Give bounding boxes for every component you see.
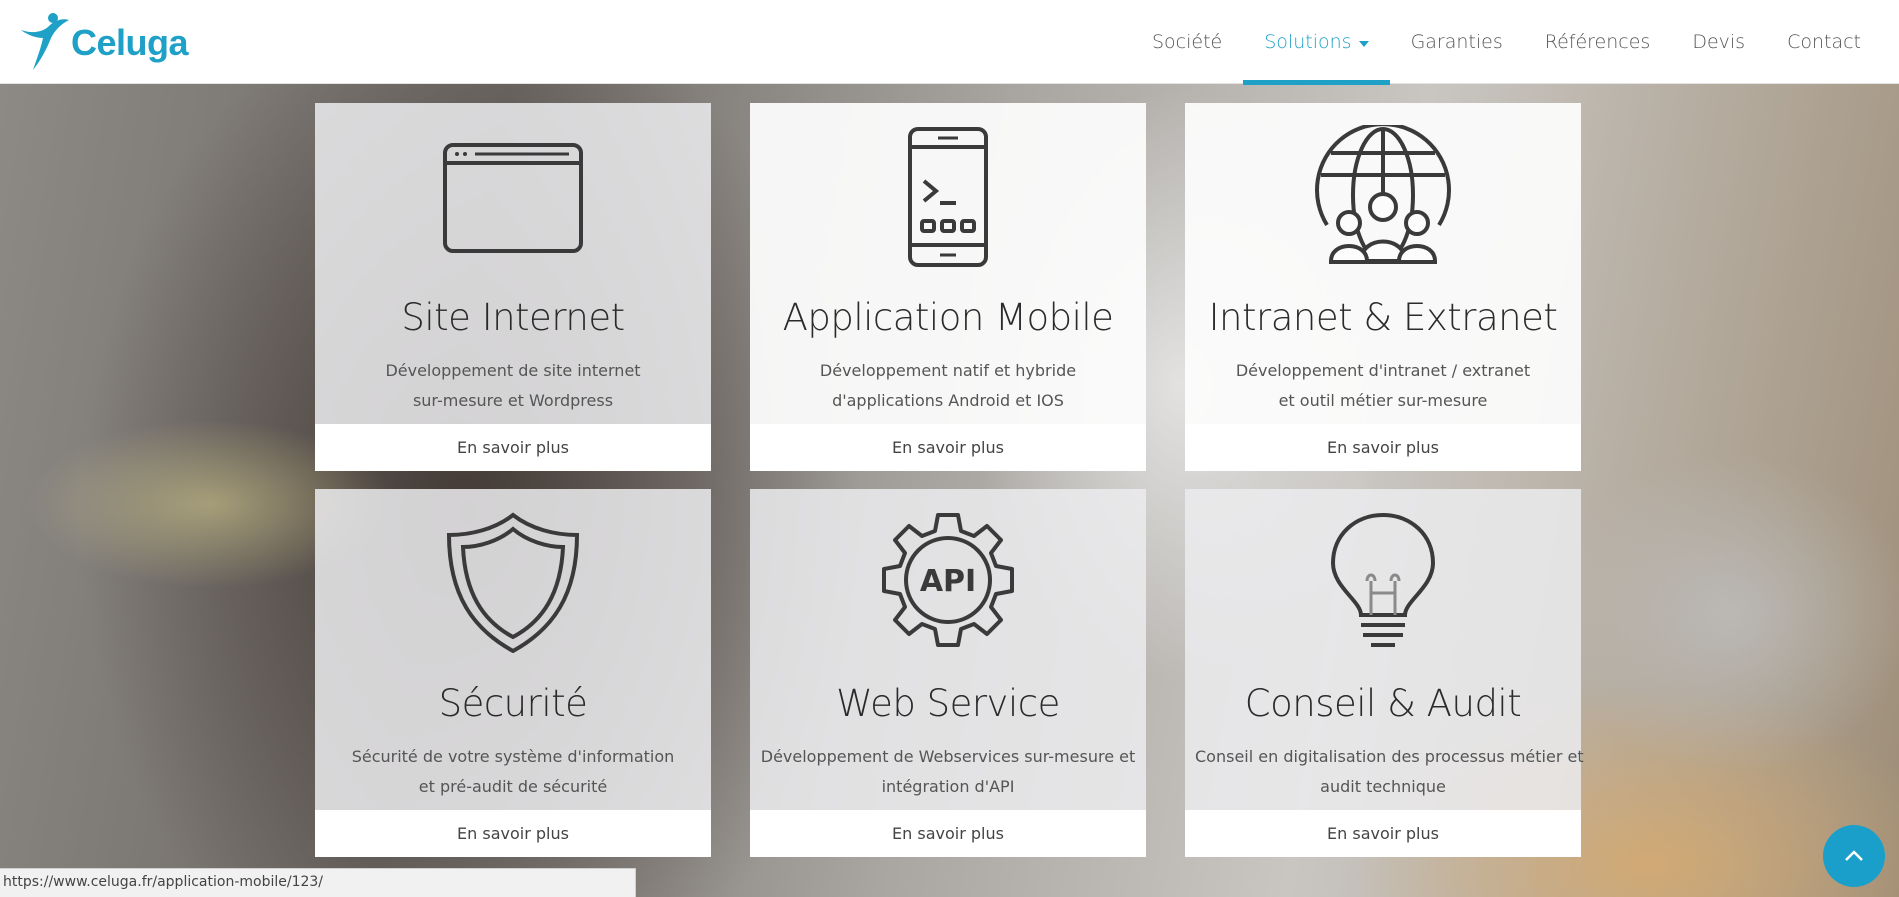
site-header: Celuga Société Solutions Garanties Référ… [0, 0, 1899, 85]
card-description-line: Développement de site internet [385, 361, 641, 380]
card-description: Développement de site internet sur-mesur… [325, 356, 701, 416]
nav-item-garanties[interactable]: Garanties [1390, 0, 1524, 84]
nav-label: Contact [1787, 31, 1861, 53]
card-title: Site Internet [401, 296, 625, 339]
celuga-figure-icon [21, 13, 69, 70]
learn-more-button[interactable]: En savoir plus [750, 810, 1146, 857]
card-description-line: intégration d'API [881, 777, 1015, 796]
service-card-web-service: API Web Service Développement de Webserv… [750, 489, 1146, 857]
card-description-line: d'applications Android et IOS [832, 391, 1064, 410]
card-description-line: et pré-audit de sécurité [418, 777, 608, 796]
learn-more-button[interactable]: En savoir plus [1185, 424, 1581, 471]
card-title: Application Mobile [782, 296, 1114, 339]
nav-item-solutions[interactable]: Solutions [1243, 0, 1390, 85]
card-title: Conseil & Audit [1244, 682, 1522, 725]
celuga-logo[interactable]: Celuga [19, 8, 189, 72]
learn-more-button[interactable]: En savoir plus [1185, 810, 1581, 857]
card-description-line: Développement de Webservices sur-mesure … [760, 747, 1136, 766]
nav-label: Garanties [1410, 31, 1503, 53]
main-nav: Société Solutions Garanties Références D… [1131, 0, 1899, 85]
service-card-application-mobile: Application Mobile Développement natif e… [750, 103, 1146, 471]
card-description: Développement natif et hybride d'applica… [760, 356, 1136, 416]
card-description: Développement d'intranet / extranet et o… [1195, 356, 1571, 416]
card-description: Développement de Webservices sur-mesure … [760, 742, 1136, 802]
service-card-conseil-audit: Conseil & Audit Conseil en digitalisatio… [1185, 489, 1584, 857]
nav-label: Devis [1692, 31, 1746, 53]
nav-item-devis[interactable]: Devis [1671, 0, 1766, 84]
card-description-line: sur-mesure et Wordpress [412, 391, 614, 410]
nav-label: Références [1544, 31, 1651, 53]
card-description-line: Sécurité de votre système d'information [351, 747, 675, 766]
browser-window-icon [443, 125, 583, 267]
shield-icon [443, 511, 583, 654]
service-card-site-internet: Site Internet Développement de site inte… [315, 103, 711, 471]
api-gear-icon: API [878, 511, 1018, 653]
learn-more-button[interactable]: En savoir plus [315, 424, 711, 471]
card-title: Sécurité [438, 682, 588, 725]
smartphone-terminal-icon [878, 125, 1018, 267]
card-description-line: Conseil en digitalisation des processus … [1195, 747, 1584, 766]
learn-more-button[interactable]: En savoir plus [315, 810, 711, 857]
card-description-line: audit technique [1320, 777, 1446, 796]
learn-more-button[interactable]: En savoir plus [750, 424, 1146, 471]
card-description: Conseil en digitalisation des processus … [1195, 742, 1584, 802]
caret-down-icon [1358, 40, 1369, 47]
card-description-line: Développement d'intranet / extranet [1235, 361, 1531, 380]
card-description-line: Développement natif et hybride [819, 361, 1077, 380]
nav-item-references[interactable]: Références [1524, 0, 1672, 84]
card-description-line: et outil métier sur-mesure [1278, 391, 1488, 410]
status-bar-url: https://www.celuga.fr/application-mobile… [0, 868, 636, 897]
card-title: Intranet & Extranet [1208, 296, 1558, 339]
nav-label: Solutions [1264, 31, 1352, 53]
service-card-intranet-extranet: Intranet & Extranet Développement d'intr… [1185, 103, 1581, 471]
lightbulb-icon [1313, 511, 1453, 653]
chevron-up-icon [1845, 850, 1863, 861]
card-description: Sécurité de votre système d'information … [325, 742, 701, 802]
nav-item-societe[interactable]: Société [1131, 0, 1243, 84]
card-title: Web Service [836, 682, 1060, 725]
brand-name: Celuga [71, 22, 189, 63]
service-card-securite: Sécurité Sécurité de votre système d'inf… [315, 489, 711, 857]
api-label: API [920, 564, 976, 599]
back-to-top-button[interactable] [1823, 825, 1885, 887]
nav-item-contact[interactable]: Contact [1766, 0, 1899, 84]
globe-team-icon [1313, 122, 1453, 267]
nav-label: Société [1152, 31, 1223, 53]
